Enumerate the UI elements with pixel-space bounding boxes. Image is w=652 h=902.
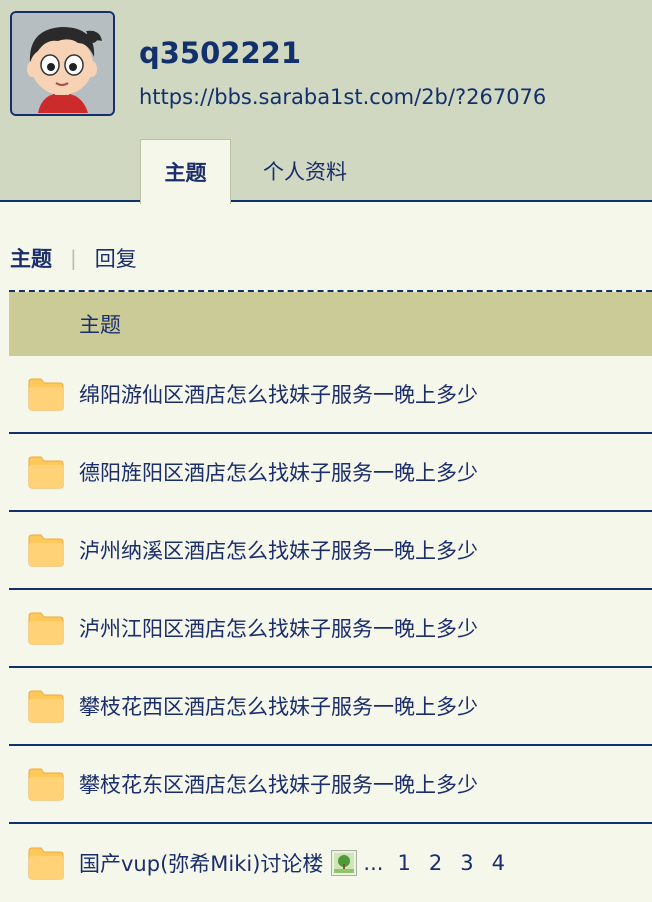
table-row[interactable]: 攀枝花东区酒店怎么找妹子服务一晚上多少 (9, 746, 652, 824)
table-row[interactable]: 德阳旌阳区酒店怎么找妹子服务一晚上多少 (9, 434, 652, 512)
username[interactable]: q3502221 (139, 36, 301, 70)
topic-title[interactable]: 泸州纳溪区酒店怎么找妹子服务一晚上多少 (79, 535, 478, 565)
folder-icon (28, 612, 64, 645)
pagination-ellipsis: ... (363, 851, 384, 875)
folder-icon (28, 847, 64, 880)
topic-title[interactable]: 攀枝花东区酒店怎么找妹子服务一晚上多少 (79, 769, 478, 799)
topic-title[interactable]: 德阳旌阳区酒店怎么找妹子服务一晚上多少 (79, 457, 478, 487)
image-attachment-icon (331, 850, 358, 876)
table-row[interactable]: 国产vup(弥希Miki)讨论楼 ... 1 2 3 4 (9, 824, 652, 902)
subtab-replies[interactable]: 回复 (95, 243, 137, 273)
folder-icon (28, 378, 64, 411)
profile-header: q3502221 https://bbs.saraba1st.com/2b/?2… (0, 0, 652, 204)
cartoon-boy-avatar-icon (12, 13, 113, 114)
tab-profile-info[interactable]: 个人资料 (245, 140, 365, 202)
topic-table: 主题 绵阳游仙区酒店怎么找妹子服务一晚上多少 德阳旌阳区酒店怎么找妹子服务一晚上… (9, 290, 652, 902)
table-row[interactable]: 泸州江阳区酒店怎么找妹子服务一晚上多少 (9, 590, 652, 668)
table-header-topic: 主题 (79, 313, 121, 337)
folder-icon (28, 690, 64, 723)
page-link-4[interactable]: 4 (492, 851, 505, 875)
page-link-2[interactable]: 2 (429, 851, 442, 875)
topic-title[interactable]: 泸州江阳区酒店怎么找妹子服务一晚上多少 (79, 613, 478, 643)
page-link-3[interactable]: 3 (460, 851, 473, 875)
tab-topics[interactable]: 主题 (140, 139, 231, 204)
subtab-bar: 主题 | 回复 (10, 238, 137, 278)
page-link-1[interactable]: 1 (397, 851, 410, 875)
table-header: 主题 (9, 292, 652, 356)
folder-icon (28, 456, 64, 489)
topic-title[interactable]: 攀枝花西区酒店怎么找妹子服务一晚上多少 (79, 691, 478, 721)
topic-title[interactable]: 绵阳游仙区酒店怎么找妹子服务一晚上多少 (79, 379, 478, 409)
profile-url[interactable]: https://bbs.saraba1st.com/2b/?267076 (139, 85, 546, 109)
table-row[interactable]: 攀枝花西区酒店怎么找妹子服务一晚上多少 (9, 668, 652, 746)
folder-icon (28, 534, 64, 567)
subtab-separator: | (70, 246, 77, 270)
topic-title[interactable]: 国产vup(弥希Miki)讨论楼 (79, 848, 323, 878)
subtab-topics[interactable]: 主题 (10, 243, 52, 273)
table-row[interactable]: 绵阳游仙区酒店怎么找妹子服务一晚上多少 (9, 356, 652, 434)
table-row[interactable]: 泸州纳溪区酒店怎么找妹子服务一晚上多少 (9, 512, 652, 590)
folder-icon (28, 768, 64, 801)
avatar[interactable] (10, 11, 115, 116)
